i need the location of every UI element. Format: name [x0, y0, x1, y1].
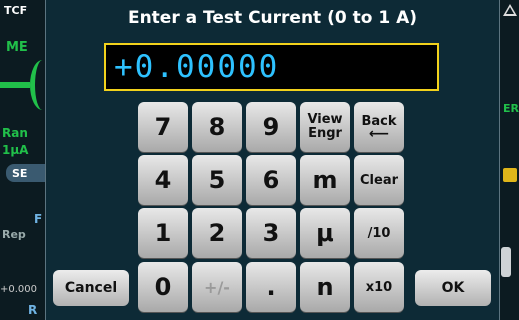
bg-label-f: F: [34, 212, 43, 226]
key-3[interactable]: 3: [246, 208, 296, 258]
bg-label-rep: Rep: [2, 228, 26, 241]
key-9[interactable]: 9: [246, 102, 296, 152]
bg-green-bar: [0, 82, 30, 88]
dialog-title: Enter a Test Current (0 to 1 A): [127, 8, 418, 28]
bg-label-me: ME: [6, 40, 28, 55]
key-4[interactable]: 4: [138, 155, 188, 205]
bg-top-left-label: TCF: [4, 4, 28, 17]
back-button[interactable]: Back ⟵: [354, 102, 404, 152]
bg-label-r: R: [28, 303, 38, 317]
key-6[interactable]: 6: [246, 155, 296, 205]
milli-button[interactable]: m: [300, 155, 350, 205]
key-8[interactable]: 8: [192, 102, 242, 152]
clear-button[interactable]: Clear: [354, 155, 404, 205]
value-display: +0.00000: [104, 43, 439, 91]
ok-button[interactable]: OK: [415, 270, 491, 306]
micro-button[interactable]: μ: [300, 208, 350, 258]
view-engr-button[interactable]: View Engr: [300, 102, 350, 152]
plus-minus-button[interactable]: +/-: [192, 262, 242, 312]
decimal-point-button[interactable]: .: [246, 262, 296, 312]
bg-right-label: ER: [503, 102, 519, 115]
bg-value: +0.000: [0, 284, 38, 295]
key-0[interactable]: 0: [138, 262, 188, 312]
numeric-entry-dialog: Enter a Test Current (0 to 1 A) +0.00000…: [45, 0, 500, 320]
key-2[interactable]: 2: [192, 208, 242, 258]
cancel-button[interactable]: Cancel: [53, 270, 129, 306]
key-1[interactable]: 1: [138, 208, 188, 258]
bg-right-button: [501, 247, 511, 277]
multiply-10-button[interactable]: x10: [354, 262, 404, 312]
warning-icon-inner: [506, 7, 514, 14]
tool-icon: [503, 168, 517, 182]
nano-button[interactable]: n: [300, 262, 350, 312]
view-engr-line1: View: [307, 112, 343, 127]
bg-label-range: Ran: [2, 126, 28, 140]
bg-tab-label: SE: [12, 167, 28, 180]
divide-10-button[interactable]: /10: [354, 208, 404, 258]
key-5[interactable]: 5: [192, 155, 242, 205]
bg-label-unit: 1µA: [2, 143, 29, 157]
view-engr-line2: Engr: [308, 126, 342, 141]
key-7[interactable]: 7: [138, 102, 188, 152]
back-arrow-icon: ⟵: [368, 126, 390, 142]
